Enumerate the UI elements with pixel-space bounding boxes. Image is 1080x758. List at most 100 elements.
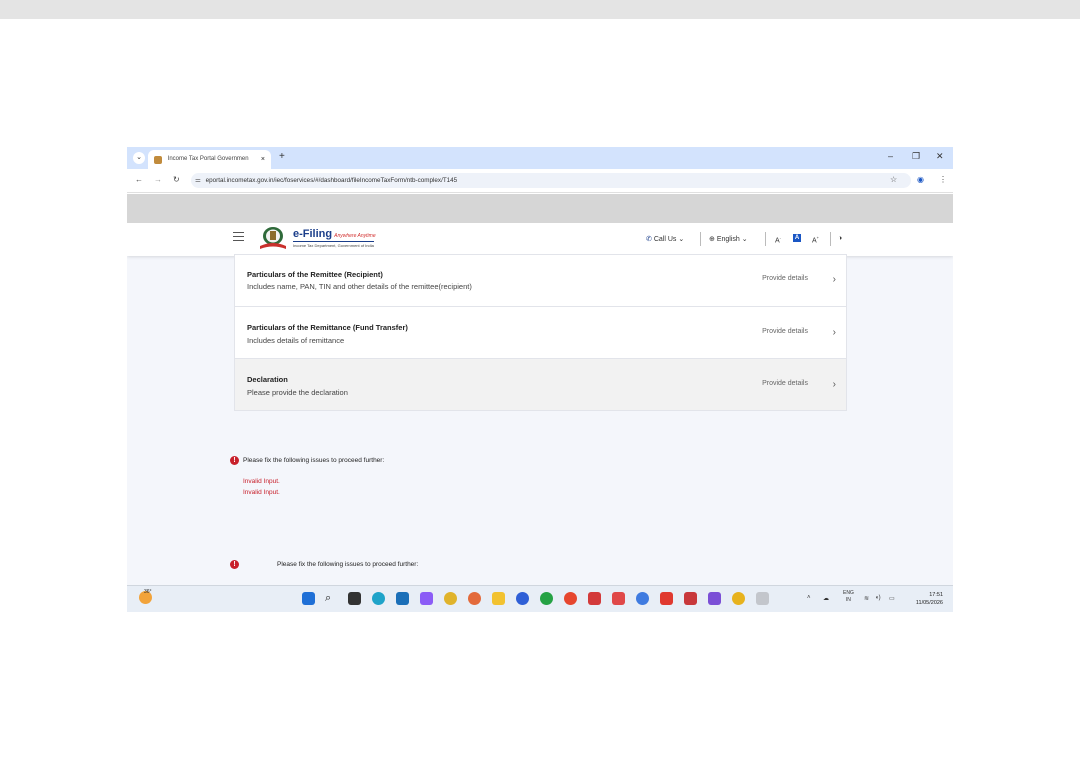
divider bbox=[765, 232, 766, 246]
whatsapp-icon[interactable] bbox=[540, 592, 553, 605]
provide-details-link[interactable]: Provide details bbox=[762, 275, 808, 282]
clock[interactable]: 17:51 11/05/2026 bbox=[916, 591, 943, 607]
site-info-icon[interactable]: ⚌ bbox=[195, 173, 201, 188]
logo-tagline: Anywhere Anytime bbox=[334, 233, 376, 239]
logo-subtitle: Income Tax Department, Government of Ind… bbox=[293, 241, 374, 248]
search-icon[interactable]: ⌕ bbox=[325, 592, 338, 605]
app-icon[interactable] bbox=[420, 592, 433, 605]
back-icon[interactable]: ← bbox=[135, 175, 143, 184]
wifi-icon[interactable]: ≋ bbox=[864, 595, 869, 602]
card-subtitle: Please provide the declaration bbox=[247, 388, 348, 397]
error-icon: ! bbox=[230, 456, 239, 465]
font-decrease-button[interactable]: A- bbox=[775, 235, 781, 244]
device-status-strip bbox=[0, 0, 1080, 19]
app-gray-icon[interactable] bbox=[756, 592, 769, 605]
address-bar-row: ← → ↻ ⚌ eportal.incometax.gov.in/iec/fose… bbox=[127, 169, 953, 193]
clock-time: 17:51 bbox=[929, 592, 943, 598]
site-header: e-Filing Anywhere Anytime Income Tax Depa… bbox=[127, 223, 953, 256]
hamburger-menu-icon[interactable] bbox=[233, 232, 244, 241]
browser-tab[interactable]: Income Tax Portal Governmen × bbox=[148, 150, 271, 169]
card-title: Declaration bbox=[247, 375, 288, 384]
edge-icon[interactable] bbox=[372, 592, 385, 605]
windows-taskbar: 36° ⌕ ˄ ☁ ENG IN ≋ ◖) ▭ 17:51 11/05/2026 bbox=[127, 585, 953, 612]
declaration-section-card[interactable]: Declaration Please provide the declarati… bbox=[234, 358, 847, 411]
provide-details-link[interactable]: Provide details bbox=[762, 328, 808, 335]
divider bbox=[700, 232, 701, 246]
contrast-toggle-icon[interactable]: ◑ bbox=[838, 235, 842, 242]
logo-title: e-Filing bbox=[293, 228, 333, 240]
app-purple-icon[interactable] bbox=[708, 592, 721, 605]
remittance-section-card[interactable]: Particulars of the Remittance (Fund Tran… bbox=[234, 306, 847, 359]
app-blue-icon[interactable] bbox=[516, 592, 529, 605]
chevron-right-icon[interactable]: › bbox=[833, 327, 836, 338]
browser-menu-icon[interactable]: ⋮ bbox=[939, 175, 947, 184]
photos-icon[interactable] bbox=[468, 592, 481, 605]
phone-icon: ✆ bbox=[646, 236, 652, 243]
card-subtitle: Includes details of remittance bbox=[247, 336, 345, 345]
close-tab-icon[interactable]: × bbox=[261, 150, 265, 169]
font-increase-button[interactable]: A+ bbox=[812, 235, 819, 244]
call-us-dropdown[interactable]: ✆ Call Us ⌄ bbox=[646, 235, 684, 243]
new-tab-icon[interactable]: + bbox=[279, 151, 285, 162]
error-heading-secondary: Please fix the following issues to proce… bbox=[277, 561, 419, 568]
chevron-down-icon: ⌄ bbox=[678, 236, 685, 243]
bookmark-star-icon[interactable]: ☆ bbox=[890, 175, 897, 184]
file-explorer-icon[interactable] bbox=[492, 592, 505, 605]
url-input[interactable]: ⚌ eportal.incometax.gov.in/iec/foservices… bbox=[191, 173, 911, 188]
page-content: e-Filing Anywhere Anytime Income Tax Depa… bbox=[127, 223, 953, 585]
chevron-down-icon: ⌄ bbox=[741, 236, 748, 243]
battery-icon[interactable]: ▭ bbox=[889, 595, 895, 602]
card-title: Particulars of the Remittee (Recipient) bbox=[247, 270, 383, 279]
restore-icon[interactable]: ❐ bbox=[912, 151, 920, 162]
language-indicator[interactable]: ENG IN bbox=[843, 590, 854, 604]
task-view-icon[interactable] bbox=[348, 592, 361, 605]
lang-bottom: IN bbox=[845, 597, 851, 603]
incometax-favicon-icon bbox=[154, 155, 162, 164]
tab-search-icon[interactable]: ⌄ bbox=[133, 152, 145, 164]
error-heading: Please fix the following issues to proce… bbox=[243, 457, 385, 464]
url-text: eportal.incometax.gov.in/iec/foservices/… bbox=[205, 177, 458, 184]
globe-icon: ⊕ bbox=[709, 236, 715, 243]
app-gallery-icon[interactable] bbox=[684, 592, 697, 605]
screen: ⌄ Income Tax Portal Governmen × + – ❐ ✕ … bbox=[127, 147, 953, 612]
language-label: English bbox=[716, 236, 740, 243]
chevron-right-icon[interactable]: › bbox=[833, 274, 836, 285]
provide-details-link[interactable]: Provide details bbox=[762, 380, 808, 387]
app-p-icon[interactable] bbox=[396, 592, 409, 605]
efiling-logo[interactable]: e-Filing Anywhere Anytime bbox=[293, 228, 376, 240]
app-red-icon[interactable] bbox=[564, 592, 577, 605]
chrome-icon[interactable] bbox=[732, 592, 745, 605]
divider bbox=[830, 232, 831, 246]
font-normal-button[interactable]: A bbox=[793, 234, 801, 242]
card-title: Particulars of the Remittance (Fund Tran… bbox=[247, 323, 408, 332]
reload-icon[interactable]: ↻ bbox=[173, 175, 180, 184]
app-circle-icon[interactable] bbox=[636, 592, 649, 605]
info-bar bbox=[127, 194, 953, 223]
error-item: Invalid Input. bbox=[243, 489, 280, 496]
call-us-label: Call Us bbox=[653, 236, 677, 243]
card-subtitle: Includes name, PAN, TIN and other detail… bbox=[247, 282, 472, 291]
chevron-right-icon[interactable]: › bbox=[833, 379, 836, 390]
volume-icon[interactable]: ◖) bbox=[875, 595, 881, 601]
close-window-icon[interactable]: ✕ bbox=[936, 151, 944, 162]
profile-icon[interactable]: ◉ bbox=[917, 175, 924, 184]
app-store-icon[interactable] bbox=[588, 592, 601, 605]
tray-overflow-icon[interactable]: ˄ bbox=[807, 595, 811, 601]
national-emblem-logo-icon bbox=[260, 227, 286, 249]
onedrive-icon[interactable]: ☁ bbox=[823, 595, 829, 602]
error-item: Invalid Input. bbox=[243, 478, 280, 485]
clock-date: 11/05/2026 bbox=[915, 600, 943, 606]
start-icon[interactable] bbox=[302, 592, 315, 605]
language-dropdown[interactable]: ⊕ English ⌄ bbox=[709, 235, 748, 243]
tab-title: Income Tax Portal Governmen bbox=[167, 156, 249, 162]
weather-temperature: 36° bbox=[144, 589, 152, 595]
forward-icon[interactable]: → bbox=[154, 175, 162, 184]
app-media-icon[interactable] bbox=[660, 592, 673, 605]
chrome-profile-icon[interactable] bbox=[444, 592, 457, 605]
error-icon: ! bbox=[230, 560, 239, 569]
browser-tab-bar: ⌄ Income Tax Portal Governmen × + – ❐ ✕ bbox=[127, 147, 953, 169]
brave-icon[interactable] bbox=[612, 592, 625, 605]
lang-top: ENG bbox=[843, 590, 854, 596]
remittee-section-card[interactable]: Particulars of the Remittee (Recipient) … bbox=[234, 254, 847, 307]
minimize-icon[interactable]: – bbox=[888, 151, 893, 161]
